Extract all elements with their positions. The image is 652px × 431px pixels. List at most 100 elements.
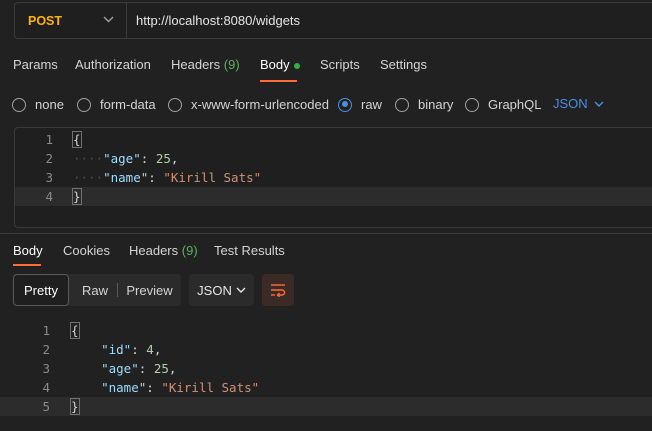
response-format-label: JSON xyxy=(197,282,232,298)
json-value: 25 xyxy=(155,151,171,166)
json-key: "id" xyxy=(101,342,132,357)
line-number: 2 xyxy=(42,342,50,357)
tab-label: Params xyxy=(13,57,58,72)
body-format-label: JSON xyxy=(553,96,588,111)
open-brace: { xyxy=(72,131,82,148)
tab-label: Headers xyxy=(129,243,179,258)
code-line: 2 ····"age": 25, xyxy=(15,149,652,168)
view-mode-toggle: Pretty Raw Preview xyxy=(13,274,181,306)
tab-label: Headers xyxy=(171,57,221,72)
radio-circle xyxy=(395,97,409,112)
request-tabs: Params Authorization Headers (9) Body Sc… xyxy=(0,52,652,82)
line-number: 1 xyxy=(42,323,50,338)
pane-divider[interactable] xyxy=(0,233,652,234)
method-label: POST xyxy=(28,13,63,28)
code-line: 2 "id": 4, xyxy=(0,340,652,359)
active-tab-underline xyxy=(260,80,297,82)
request-body-editor[interactable]: 1 { 2 ····"age": 25, 3 ····"name": "Kiri… xyxy=(14,127,652,228)
json-key: "age" xyxy=(101,361,139,376)
indent-guide: ···· xyxy=(73,170,104,185)
json-key: "age" xyxy=(103,151,141,166)
tab-test-results[interactable]: Test Results xyxy=(214,243,285,258)
request-url-bar: POST http://localhost:8080/widgets xyxy=(14,2,652,39)
line-number: 2 xyxy=(45,151,53,166)
active-tab-underline xyxy=(13,264,41,266)
radio-form-data[interactable]: form-data xyxy=(77,97,156,112)
close-brace: } xyxy=(72,188,82,205)
body-format-select[interactable]: JSON xyxy=(553,96,604,111)
tab-label: Cookies xyxy=(63,243,110,258)
response-body-viewer[interactable]: 1 { 2 "id": 4, 3 "age": 25, 4 "name": "K… xyxy=(0,321,652,421)
tab-headers[interactable]: Headers (9) xyxy=(171,57,240,72)
tab-label: Body xyxy=(260,57,290,72)
view-preview-button[interactable]: Preview xyxy=(118,274,181,306)
radio-x-www-form-urlencoded[interactable]: x-www-form-urlencoded xyxy=(168,97,329,112)
wrap-lines-button[interactable] xyxy=(262,274,294,306)
line-number: 3 xyxy=(45,170,53,185)
response-tabs: Body Cookies Headers (9) Test Results xyxy=(0,238,652,266)
radio-label: x-www-form-urlencoded xyxy=(191,97,329,112)
view-pretty-button[interactable]: Pretty xyxy=(13,274,69,306)
headers-count: (9) xyxy=(181,243,198,258)
tab-label: Body xyxy=(13,243,43,258)
line-number: 5 xyxy=(42,399,50,414)
radio-graphql[interactable]: GraphQL xyxy=(465,97,541,112)
tab-authorization[interactable]: Authorization xyxy=(75,57,151,72)
body-type-options: none form-data x-www-form-urlencoded raw… xyxy=(0,94,652,116)
radio-circle xyxy=(77,97,91,112)
tab-label: Test Results xyxy=(214,243,285,258)
line-number: 3 xyxy=(42,361,50,376)
radio-label: none xyxy=(35,97,64,112)
chevron-down-icon xyxy=(236,287,246,293)
indent-guide: ···· xyxy=(73,151,104,166)
radio-circle xyxy=(465,97,479,112)
tab-settings[interactable]: Settings xyxy=(380,57,427,72)
tab-params[interactable]: Params xyxy=(13,57,58,72)
code-line: 1 { xyxy=(15,130,652,149)
json-value: "Kirill Sats" xyxy=(163,170,262,185)
radio-raw[interactable]: raw xyxy=(338,97,382,112)
radio-label: GraphQL xyxy=(488,97,542,112)
json-key: "name" xyxy=(103,170,149,185)
headers-count: (9) xyxy=(223,57,240,72)
radio-circle xyxy=(338,97,352,112)
code-line: 1 { xyxy=(0,321,652,340)
body-status-dot xyxy=(293,62,300,69)
json-key: "name" xyxy=(101,380,147,395)
code-line-active: 5 } xyxy=(0,397,652,416)
json-value: "Kirill Sats" xyxy=(161,380,260,395)
tab-scripts[interactable]: Scripts xyxy=(320,57,360,72)
tab-response-body[interactable]: Body xyxy=(13,243,43,258)
chevron-down-icon xyxy=(103,16,114,23)
radio-binary[interactable]: binary xyxy=(395,97,453,112)
line-number: 1 xyxy=(45,132,53,147)
radio-label: binary xyxy=(418,97,454,112)
button-label: Pretty xyxy=(24,282,58,298)
json-value: 4 xyxy=(146,342,154,357)
tab-response-headers[interactable]: Headers (9) xyxy=(129,243,198,258)
view-raw-button[interactable]: Raw xyxy=(71,274,119,306)
chevron-down-icon xyxy=(594,101,604,107)
radio-circle xyxy=(168,97,182,112)
code-line: 3 "age": 25, xyxy=(0,359,652,378)
tab-body[interactable]: Body xyxy=(260,57,300,72)
button-label: Raw xyxy=(81,282,108,298)
response-format-select[interactable]: JSON xyxy=(189,274,254,306)
url-input[interactable]: http://localhost:8080/widgets xyxy=(127,13,300,28)
radio-none[interactable]: none xyxy=(12,97,64,112)
tab-label: Authorization xyxy=(75,57,151,72)
radio-label: form-data xyxy=(100,97,156,112)
tab-label: Settings xyxy=(380,57,427,72)
tab-cookies[interactable]: Cookies xyxy=(63,243,110,258)
code-line: 3 ····"name": "Kirill Sats" xyxy=(15,168,652,187)
json-value: 25 xyxy=(153,361,169,376)
line-number: 4 xyxy=(42,380,50,395)
code-line-active: 4 } xyxy=(15,187,652,206)
method-select[interactable]: POST xyxy=(15,3,127,38)
close-brace: } xyxy=(70,398,80,415)
tab-label: Scripts xyxy=(320,57,360,72)
code-line: 4 "name": "Kirill Sats" xyxy=(0,378,652,397)
line-number: 4 xyxy=(45,189,53,204)
radio-label: raw xyxy=(361,97,382,112)
button-label: Preview xyxy=(126,282,173,298)
